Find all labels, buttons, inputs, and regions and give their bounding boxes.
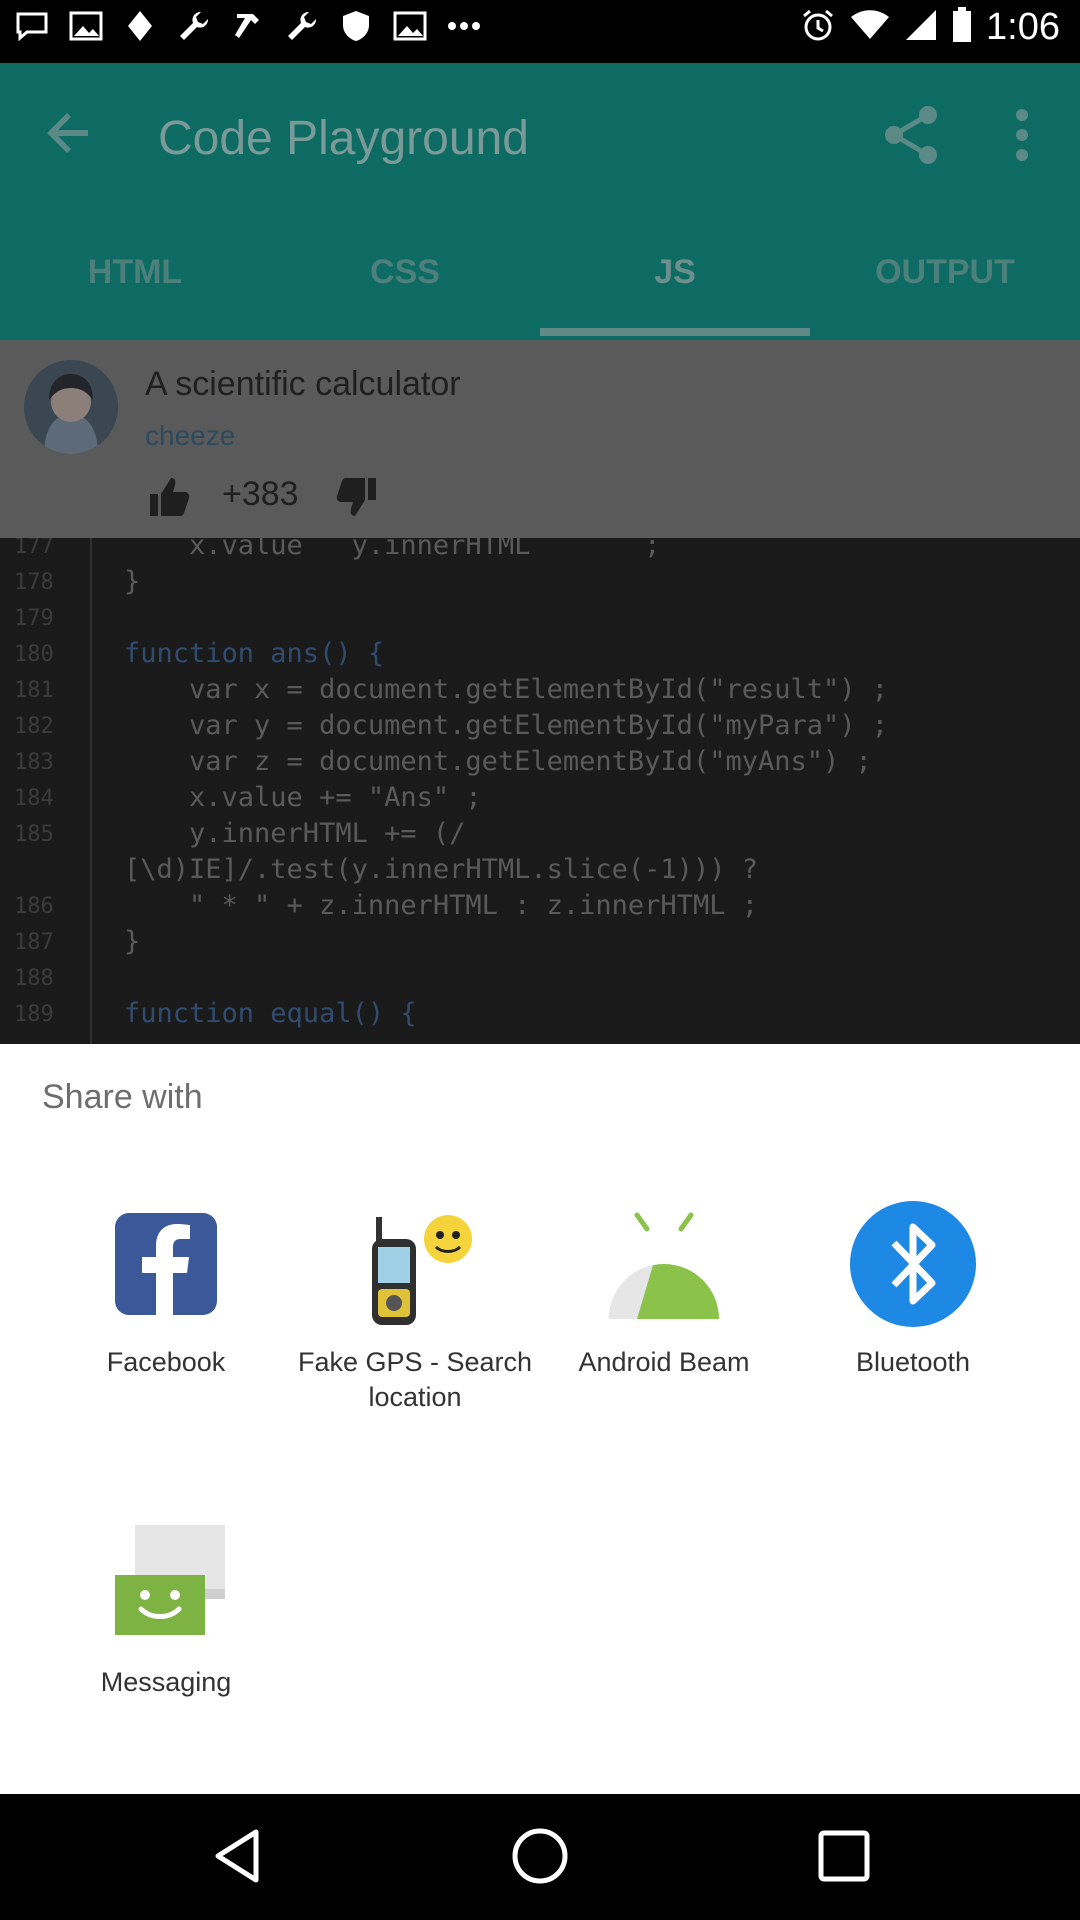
code-line: x.value += "Ans" ; [124, 782, 482, 813]
recents-nav-icon[interactable] [812, 1824, 876, 1888]
shield-icon [338, 8, 374, 44]
code-line: var y = document.getElementById("myPara"… [124, 710, 889, 741]
status-bar: 1:06 [0, 0, 1080, 63]
share-target-facebook[interactable]: Facebook [46, 1199, 286, 1380]
code-line: [\d)IE]/.test(y.innerHTML.slice(-1))) ? [124, 854, 758, 885]
tab-bar: HTML CSS JS OUTPUT [0, 210, 1080, 340]
hammer-icon [230, 8, 266, 44]
post-title: A scientific calculator [145, 365, 461, 403]
line-number: 181 [14, 678, 54, 703]
more-options-icon[interactable] [1000, 103, 1040, 167]
image-icon [68, 8, 104, 44]
line-number: 187 [14, 930, 54, 955]
share-target-label: Messaging [100, 1667, 232, 1697]
avatar[interactable] [24, 360, 118, 454]
signal-icon [904, 8, 938, 47]
tab-indicator [540, 328, 810, 336]
wrench-icon [284, 8, 320, 44]
bluetooth-icon [848, 1199, 978, 1329]
dots-icon [446, 8, 482, 44]
code-line: var x = document.getElementById("result"… [124, 674, 889, 705]
share-sheet: Share with Facebook Fake GPS - Search lo… [0, 1044, 1080, 1794]
code-line: } [124, 926, 141, 957]
vote-count: +383 [222, 475, 299, 513]
code-line: } [124, 566, 141, 597]
messaging-icon [101, 1519, 231, 1649]
share-target-bluetooth[interactable]: Bluetooth [793, 1199, 1033, 1380]
share-target-fake-gps[interactable]: Fake GPS - Search location [295, 1199, 535, 1415]
chat-icon [14, 8, 50, 44]
tab-output[interactable]: OUTPUT [810, 210, 1080, 335]
share-target-label: Fake GPS - Search location [297, 1347, 533, 1412]
wrench-icon [176, 8, 212, 44]
line-number: 182 [14, 714, 54, 739]
tab-html[interactable]: HTML [0, 210, 270, 335]
code-line: var z = document.getElementById("myAns")… [124, 746, 872, 777]
back-arrow-icon[interactable] [40, 103, 100, 163]
share-target-android-beam[interactable]: Android Beam [544, 1199, 784, 1380]
home-nav-icon[interactable] [508, 1824, 572, 1888]
alarm-icon [800, 7, 836, 48]
page-title: Code Playground [158, 112, 529, 165]
wifi-icon [850, 9, 890, 46]
facebook-icon [101, 1199, 231, 1329]
code-line: x.value y.innerHTML ; [124, 538, 661, 561]
line-number: 178 [14, 570, 54, 595]
post-author[interactable]: cheeze [145, 420, 235, 452]
thumb-up-icon[interactable] [148, 476, 190, 518]
line-number: 184 [14, 786, 54, 811]
line-number: 179 [14, 606, 54, 631]
share-target-label: Facebook [106, 1347, 226, 1377]
tab-css[interactable]: CSS [270, 210, 540, 335]
share-icon[interactable] [880, 103, 944, 167]
battery-icon [952, 7, 972, 48]
code-line: function equal() { [124, 998, 417, 1029]
notification-icons [14, 8, 482, 44]
line-number: 185 [14, 822, 54, 847]
tab-js[interactable]: JS [540, 210, 810, 335]
share-target-label: Android Beam [578, 1347, 750, 1377]
code-line: y.innerHTML += (/ [124, 818, 466, 849]
line-number: 183 [14, 750, 54, 775]
image-icon [392, 8, 428, 44]
line-number: 186 [14, 894, 54, 919]
share-target-label: Bluetooth [855, 1347, 971, 1377]
code-line: " * " + z.innerHTML : z.innerHTML ; [124, 890, 758, 921]
share-sheet-title: Share with [42, 1078, 203, 1116]
navigation-bar [0, 1794, 1080, 1920]
android-icon [599, 1199, 729, 1329]
line-number: 189 [14, 1002, 54, 1027]
gps-device-icon [350, 1199, 480, 1329]
line-number: 188 [14, 966, 54, 991]
code-line: function ans() { [124, 638, 385, 669]
line-number: 180 [14, 642, 54, 667]
back-nav-icon[interactable] [208, 1824, 272, 1888]
thumb-down-icon[interactable] [336, 476, 378, 518]
clock-time: 1:06 [986, 6, 1060, 48]
share-target-messaging[interactable]: Messaging [46, 1519, 286, 1700]
line-number: 177 [14, 538, 54, 559]
code-editor[interactable]: 177 178 179 180 181 182 183 184 185 186 … [0, 538, 1080, 1044]
fiber-icon [122, 8, 158, 44]
